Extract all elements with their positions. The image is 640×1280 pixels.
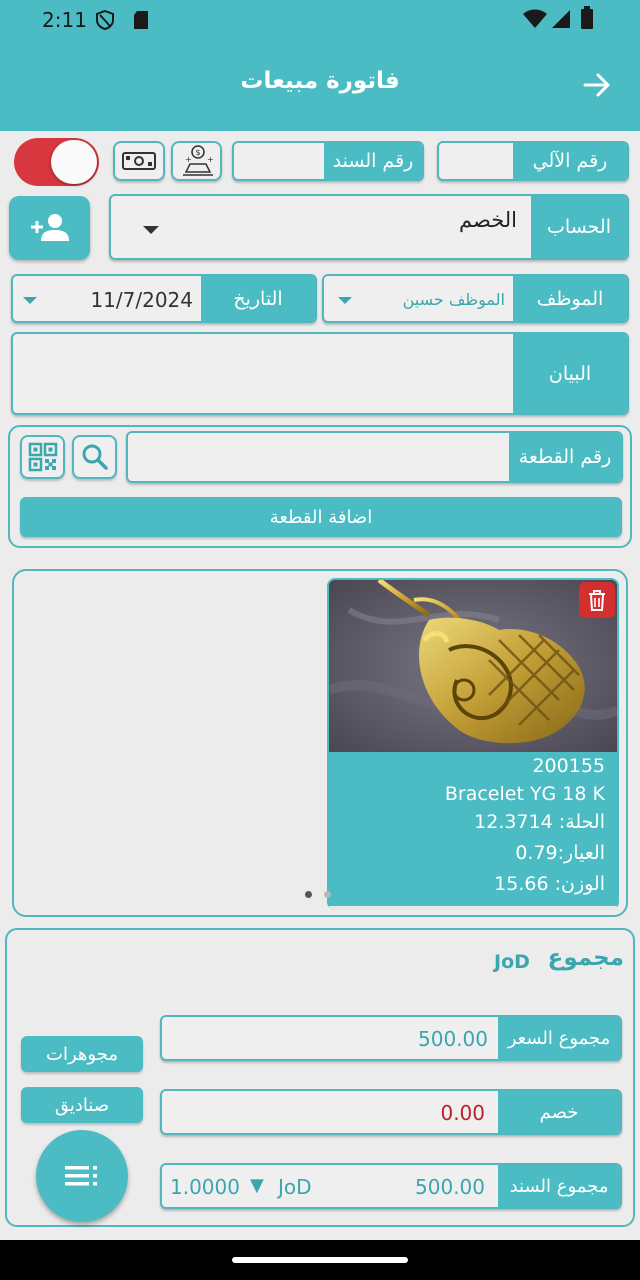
item-name: Bracelet YG 18 K: [444, 783, 605, 805]
item-image: [329, 580, 617, 752]
voucher-total-label: مجموع السند: [498, 1165, 620, 1207]
voucher-currency[interactable]: JoD: [278, 1175, 312, 1199]
employee-dropdown-icon[interactable]: [338, 297, 352, 304]
statement-label: البيان: [513, 334, 627, 413]
account-value: الخصم: [459, 208, 517, 232]
svg-text:+: +: [185, 155, 192, 164]
toggle-knob: [51, 140, 97, 184]
date-field[interactable]: التاريخ 11/7/2024: [11, 274, 317, 323]
svg-text:+: +: [207, 155, 214, 164]
gold-bars-money-icon: $ + +: [182, 145, 214, 176]
auto-number-field[interactable]: رقم الآلي: [437, 141, 629, 181]
back-arrow-icon[interactable]: [582, 70, 612, 100]
price-total-field: مجموع السعر 500.00: [160, 1015, 622, 1061]
totals-title: مجموع: [547, 945, 624, 971]
battery-icon: [581, 6, 593, 29]
toggle-switch[interactable]: [14, 138, 99, 186]
item-number-input[interactable]: [138, 433, 501, 481]
search-icon: [82, 444, 108, 470]
date-dropdown-icon[interactable]: [23, 297, 37, 304]
cash-button[interactable]: [113, 141, 165, 181]
boxes-button[interactable]: صناديق: [21, 1087, 143, 1123]
card-bottom-edge: [329, 906, 617, 910]
signal-icon: [552, 10, 570, 28]
account-label: الحساب: [531, 196, 627, 258]
jewelry-button[interactable]: مجوهرات: [21, 1036, 143, 1072]
employee-field[interactable]: الموظف الموظف حسين: [322, 274, 629, 323]
auto-number-label: رقم الآلي: [513, 143, 627, 179]
page-title: فاتورة مبيعات: [240, 68, 400, 94]
item-weight: الوزن: 15.66: [494, 873, 605, 895]
search-button[interactable]: [72, 435, 117, 479]
delete-item-button[interactable]: [579, 582, 615, 618]
date-label: التاريخ: [201, 276, 315, 321]
sd-card-icon: [134, 11, 148, 29]
wifi-icon: [523, 9, 547, 28]
voucher-number-input[interactable]: [242, 143, 320, 179]
discount-field[interactable]: خصم 0.00: [160, 1089, 622, 1135]
item-jewelry: الحلة: 12.3714: [474, 811, 605, 833]
date-value: 11/7/2024: [90, 288, 193, 312]
status-bar: 2:11: [0, 0, 640, 38]
employee-value: الموظف حسين: [402, 290, 505, 309]
gold-price-button[interactable]: $ + +: [171, 141, 222, 181]
price-total-value: 500.00: [418, 1027, 488, 1051]
totals-currency: JoD: [494, 951, 530, 973]
statement-field[interactable]: البيان: [11, 332, 629, 415]
shield-icon: [96, 9, 114, 31]
status-time: 2:11: [42, 8, 87, 32]
item-code: 200155: [532, 755, 605, 777]
voucher-total-field: مجموع السند 500.00 1.0000 ▼ JoD: [160, 1163, 622, 1209]
voucher-total-value: 500.00: [415, 1175, 485, 1199]
item-caliber: العيار:0.79: [515, 842, 605, 864]
menu-fab[interactable]: [36, 1130, 128, 1222]
item-number-label: رقم القطعة: [509, 433, 621, 481]
item-card[interactable]: 200155 Bracelet YG 18 K الحلة: 12.3714 ا…: [327, 578, 619, 910]
svg-text:$: $: [195, 148, 200, 157]
item-number-field[interactable]: رقم القطعة: [126, 431, 623, 483]
discount-value[interactable]: 0.00: [440, 1101, 485, 1125]
statement-input[interactable]: [23, 334, 505, 413]
add-person-icon: [30, 214, 69, 241]
menu-list-icon: [65, 1166, 97, 1186]
gold-pendant-image: [329, 580, 617, 752]
home-handle[interactable]: [232, 1257, 408, 1263]
qr-code-icon: [28, 442, 57, 472]
account-field[interactable]: الحساب الخصم: [109, 194, 629, 260]
employee-label: الموظف: [513, 276, 627, 321]
add-item-button[interactable]: اضافة القطعة: [20, 497, 622, 537]
auto-number-input[interactable]: [447, 143, 509, 179]
discount-label: خصم: [498, 1091, 620, 1133]
app-bar: فاتورة مبيعات: [0, 38, 640, 131]
trash-icon: [589, 590, 605, 611]
voucher-number-field[interactable]: رقم السند: [232, 141, 424, 181]
exchange-rate-value: 1.0000: [170, 1175, 240, 1199]
cash-icon: [122, 152, 156, 170]
qr-scan-button[interactable]: [20, 435, 65, 479]
navigation-bar: [0, 1240, 640, 1280]
add-account-button[interactable]: [9, 196, 90, 260]
page-indicator-dot: [324, 891, 331, 898]
dropdown-arrow-icon[interactable]: [143, 226, 159, 234]
currency-dropdown-icon[interactable]: ▼: [250, 1175, 264, 1196]
page-indicator-dot: [305, 891, 312, 898]
price-total-label: مجموع السعر: [498, 1017, 620, 1059]
voucher-number-label: رقم السند: [324, 143, 422, 179]
